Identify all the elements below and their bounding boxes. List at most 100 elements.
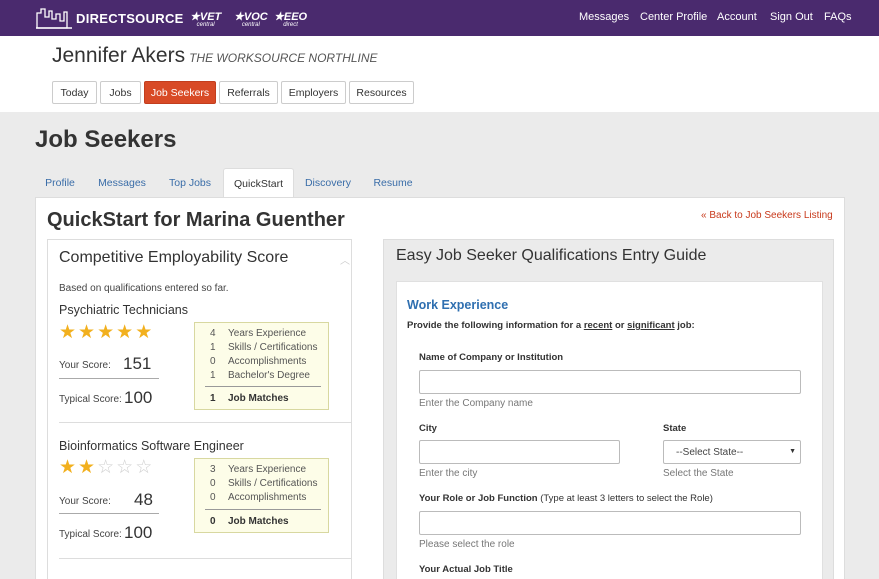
partner-sub: central — [241, 22, 260, 28]
city-skyline-icon — [36, 8, 72, 29]
typical-score-value: 100 — [124, 388, 153, 407]
role-label-text: Your Role or Job Function — [419, 493, 538, 504]
quickstart-panel: QuickStart for Marina Guenther « Back to… — [35, 197, 845, 579]
tab-resources[interactable]: Resources — [349, 81, 414, 104]
breakdown-divider — [205, 509, 321, 510]
qualifications-guide: Easy Job Seeker Qualifications Entry Gui… — [383, 239, 834, 579]
tab-referrals[interactable]: Referrals — [219, 81, 278, 104]
section-title: Work Experience — [407, 298, 509, 312]
job-match-title: Bioinformatics Software Engineer — [59, 439, 244, 453]
state-selected-value: --Select State-- — [676, 446, 744, 458]
score-breakdown: 3 Years Experience 0 Skills / Certificatio… — [194, 458, 329, 533]
total-label: Job Matches — [228, 516, 289, 527]
subtab-messages[interactable]: Messages — [89, 168, 155, 198]
breakdown-label: Accomplishments — [228, 492, 307, 503]
user-heading: Jennifer Akers THE WORKSOURCE NORTHLINE — [52, 44, 378, 68]
subtab-top-jobs[interactable]: Top Jobs — [159, 168, 221, 198]
work-experience-form: Work Experience Provide the following in… — [396, 281, 823, 579]
role-help: Please select the role — [419, 539, 515, 550]
star-rating: ★ ★ ★ ★ ★ — [59, 323, 154, 342]
company-label: Name of Company or Institution — [419, 352, 564, 363]
chevron-up-icon[interactable]: ︿ — [340, 252, 350, 267]
typical-score-label: Typical Score: — [59, 394, 122, 405]
partner-sub: direct — [283, 22, 298, 28]
breakdown-count: 1 — [210, 342, 216, 353]
total-count: 0 — [210, 516, 216, 527]
tab-job-seekers[interactable]: Job Seekers — [144, 81, 216, 104]
breakdown-label: Skills / Certifications — [228, 478, 318, 489]
subtab-profile[interactable]: Profile — [35, 168, 85, 198]
star-empty-icon: ☆ — [116, 457, 134, 478]
logo-text: DIRECTSOURCE — [76, 10, 184, 26]
breakdown-label: Bachelor's Degree — [228, 370, 310, 381]
nav-faqs[interactable]: FAQs — [824, 11, 852, 23]
star-filled-icon: ★ — [59, 457, 77, 478]
score-divider — [59, 513, 159, 514]
nav-messages[interactable]: Messages — [579, 11, 629, 23]
breakdown-label: Accomplishments — [228, 356, 307, 367]
desc-text: job: — [674, 320, 695, 331]
company-input[interactable] — [419, 370, 801, 394]
job-separator — [59, 422, 351, 423]
voc-central-logo[interactable]: ★VOC central — [234, 10, 268, 28]
breakdown-count: 0 — [210, 478, 216, 489]
desc-significant: significant — [627, 320, 675, 331]
nav-sign-out[interactable]: Sign Out — [770, 11, 813, 23]
star-filled-icon: ★ — [135, 322, 153, 343]
typical-score-value: 100 — [124, 523, 153, 542]
star-filled-icon: ★ — [116, 322, 134, 343]
city-label: City — [419, 423, 437, 434]
state-help: Select the State — [663, 468, 734, 479]
desc-text: Provide the following information for a — [407, 320, 584, 331]
employability-score-card: Competitive Employability Score ︿ Based … — [47, 239, 352, 579]
back-to-listing-link[interactable]: « Back to Job Seekers Listing — [701, 210, 833, 221]
your-score-label: Your Score: — [59, 496, 111, 507]
quickstart-title: QuickStart for Marina Guenther — [47, 209, 345, 231]
role-hint: (Type at least 3 letters to select the R… — [540, 493, 713, 504]
star-filled-icon: ★ — [78, 457, 96, 478]
total-count: 1 — [210, 393, 216, 404]
job-separator — [59, 558, 351, 559]
star-empty-icon: ☆ — [97, 457, 115, 478]
typical-score-label: Typical Score: — [59, 529, 122, 540]
tab-jobs[interactable]: Jobs — [100, 81, 141, 104]
role-input[interactable] — [419, 511, 801, 535]
breakdown-label: Years Experience — [228, 464, 307, 475]
your-score-label: Your Score: — [59, 360, 111, 371]
user-name: Jennifer Akers — [52, 44, 186, 67]
top-nav-bar: DIRECTSOURCE ★VET central ★VOC central ★EE… — [0, 0, 879, 36]
score-divider — [59, 378, 159, 379]
breakdown-count: 3 — [210, 464, 216, 475]
subtab-discovery[interactable]: Discovery — [297, 168, 359, 198]
nav-account[interactable]: Account — [717, 11, 757, 23]
your-score-value: 48 — [134, 490, 153, 509]
subtab-quickstart[interactable]: QuickStart — [223, 168, 294, 198]
guide-title: Easy Job Seeker Qualifications Entry Gui… — [396, 247, 707, 264]
directsource-logo[interactable]: DIRECTSOURCE — [36, 6, 184, 30]
job-match-title: Psychiatric Technicians — [59, 303, 188, 317]
breakdown-label: Years Experience — [228, 328, 307, 339]
ces-subtitle: Based on qualifications entered so far. — [59, 283, 229, 294]
chevron-down-icon: ▼ — [789, 448, 796, 455]
star-filled-icon: ★ — [78, 322, 96, 343]
city-input[interactable] — [419, 440, 620, 464]
nav-center-profile[interactable]: Center Profile — [640, 11, 707, 23]
breakdown-divider — [205, 386, 321, 387]
page-title: Job Seekers — [35, 126, 177, 153]
desc-recent: recent — [583, 320, 613, 331]
tab-employers[interactable]: Employers — [281, 81, 346, 104]
city-help: Enter the city — [419, 468, 478, 479]
vet-central-logo[interactable]: ★VET central — [190, 10, 221, 28]
breakdown-label: Skills / Certifications — [228, 342, 318, 353]
breakdown-count: 0 — [210, 492, 216, 503]
your-score-value: 151 — [123, 354, 152, 373]
star-rating: ★ ★ ☆ ☆ ☆ — [59, 458, 154, 477]
role-label: Your Role or Job Function (Type at least… — [419, 493, 713, 504]
breakdown-count: 0 — [210, 356, 216, 367]
eeo-direct-logo[interactable]: ★EEO direct — [274, 10, 307, 28]
state-select[interactable]: --Select State-- ▼ — [663, 440, 801, 464]
subtab-resume[interactable]: Resume — [363, 168, 423, 198]
actual-job-title-label: Your Actual Job Title — [419, 564, 513, 575]
total-label: Job Matches — [228, 393, 289, 404]
tab-today[interactable]: Today — [52, 81, 97, 104]
